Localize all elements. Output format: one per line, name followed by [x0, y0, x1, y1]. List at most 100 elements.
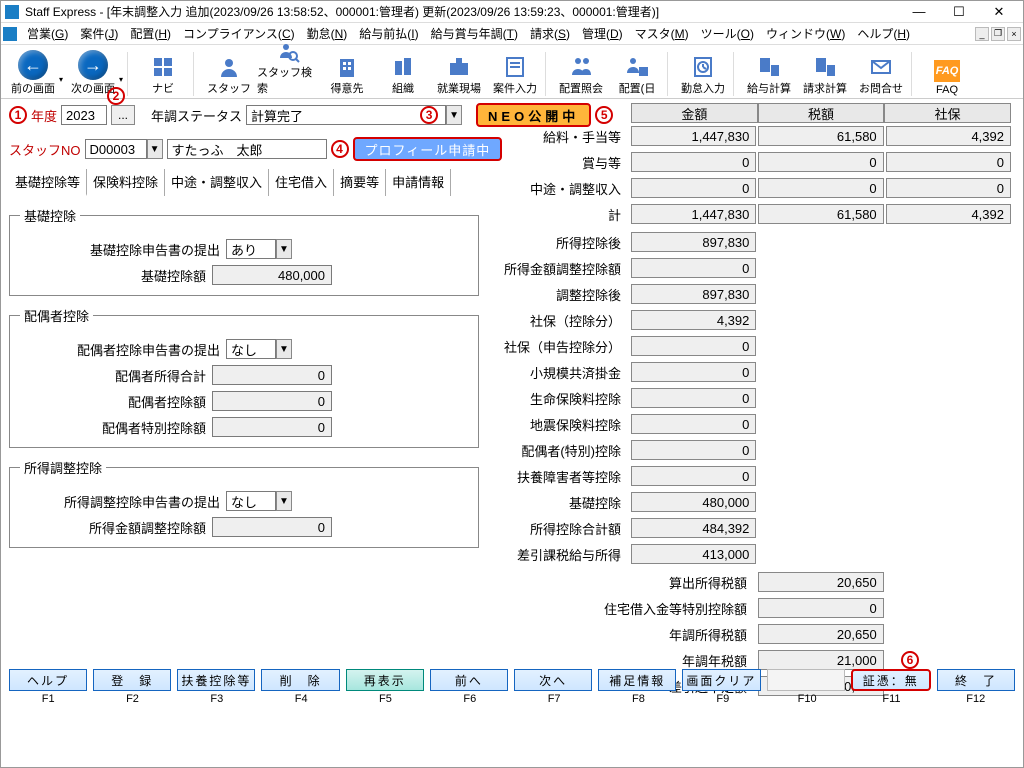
fn-F12[interactable]: 終 了: [937, 669, 1015, 691]
col-tax-header: 税額: [758, 103, 885, 123]
fn-F8[interactable]: 補足情報: [598, 669, 676, 691]
staff-name-input[interactable]: [167, 139, 327, 159]
menu-配置(H)[interactable]: 配置(H): [124, 25, 177, 43]
right-panel: 金額 税額 社保 給料・手当等1,447,83061,5804,392賞与等00…: [631, 103, 1011, 699]
worksite-button[interactable]: 就業現場: [431, 46, 487, 96]
adj-submit-dd[interactable]: ▼: [276, 491, 292, 511]
year-picker-button[interactable]: ...: [111, 105, 135, 125]
tab-3[interactable]: 住宅借入: [269, 169, 334, 196]
year-input[interactable]: [61, 105, 107, 125]
navi-button[interactable]: ナビ: [135, 46, 191, 96]
fn-F10: [767, 669, 845, 691]
spouse-ded: 0: [212, 391, 332, 411]
minimize-button[interactable]: —: [899, 1, 939, 23]
fn-F4[interactable]: 削 除: [261, 669, 339, 691]
status-label: 年調ステータス: [151, 106, 242, 125]
placement-query-button[interactable]: 配置照会: [553, 46, 609, 96]
tab-0[interactable]: 基礎控除等: [9, 169, 87, 196]
menu-給与前払(I)[interactable]: 給与前払(I): [353, 25, 424, 43]
marker-6: 6: [901, 651, 919, 669]
table-row: 生命保険料控除0: [631, 385, 1011, 411]
table-row: 社保（控除分）4,392: [631, 307, 1011, 333]
close-button[interactable]: ✕: [979, 1, 1019, 23]
org-button[interactable]: 組織: [375, 46, 431, 96]
adj-submit-combo[interactable]: [226, 491, 276, 511]
menu-給与賞与年調(T)[interactable]: 給与賞与年調(T): [425, 25, 524, 43]
marker-5: 5: [595, 106, 613, 124]
staff-button[interactable]: スタッフ: [201, 46, 257, 96]
client-button[interactable]: 得意先: [319, 46, 375, 96]
menu-勤怠(N)[interactable]: 勤怠(N): [301, 25, 354, 43]
menu-請求(S)[interactable]: 請求(S): [524, 25, 576, 43]
col-insurance-header: 社保: [884, 103, 1011, 123]
fn-F3[interactable]: 扶養控除等: [177, 669, 255, 691]
prev-screen-button[interactable]: ←前の画面: [5, 46, 61, 96]
menu-案件(J)[interactable]: 案件(J): [74, 25, 124, 43]
marker-1: 1: [9, 106, 27, 124]
tab-2[interactable]: 中途・調整収入: [165, 169, 269, 196]
menu-マスタ(M)[interactable]: マスタ(M): [629, 25, 695, 43]
placement-day-button[interactable]: 配置(日: [609, 46, 665, 96]
table-row: 扶養障害者等控除0: [631, 463, 1011, 489]
table-row: 給料・手当等1,447,83061,5804,392: [631, 123, 1011, 149]
spouse-spded: 0: [212, 417, 332, 437]
basic-submit-dd[interactable]: ▼: [276, 239, 292, 259]
fn-F5[interactable]: 再表示: [346, 669, 424, 691]
marker-2: 2: [107, 87, 125, 105]
menu-管理(D)[interactable]: 管理(D): [576, 25, 629, 43]
status-dropdown-button[interactable]: ▼: [446, 105, 462, 125]
table-row: 地震保険料控除0: [631, 411, 1011, 437]
toolbar: ←前の画面 ▾ →次の画面 ▾ ナビ スタッフ スタッフ検索 得意先 組織 就業…: [1, 45, 1023, 99]
spouse-deduction-group: 配偶者控除 配偶者控除申告書の提出▼ 配偶者所得合計0 配偶者控除額0 配偶者特…: [9, 306, 479, 448]
table-row: 小規模共済掛金0: [631, 359, 1011, 385]
spouse-income: 0: [212, 365, 332, 385]
marker-4: 4: [331, 140, 349, 158]
workarea: 1 年度 2 ... 年調ステータス 3 ▼ NEO公開中 5 スタッフNO ▼…: [1, 99, 1023, 717]
basic-submit-combo[interactable]: [226, 239, 276, 259]
mdi-restore[interactable]: ❐: [991, 27, 1005, 41]
adj-amount: 0: [212, 517, 332, 537]
fn-F1[interactable]: ヘルプ: [9, 669, 87, 691]
fn-F6[interactable]: 前へ: [430, 669, 508, 691]
table-row: 所得控除合計額484,392: [631, 515, 1011, 541]
titlebar: Staff Express - [年末調整入力 追加(2023/09/26 13…: [1, 1, 1023, 23]
menu-ウィンドウ(W)[interactable]: ウィンドウ(W): [760, 25, 851, 43]
attendance-input-button[interactable]: 勤怠入力: [675, 46, 731, 96]
staff-no-dropdown-button[interactable]: ▼: [147, 139, 163, 159]
window-title: Staff Express - [年末調整入力 追加(2023/09/26 13…: [25, 3, 899, 20]
maximize-button[interactable]: ☐: [939, 1, 979, 23]
table-row: 調整控除後897,830: [631, 281, 1011, 307]
staff-no-input[interactable]: [85, 139, 147, 159]
spouse-submit-combo[interactable]: [226, 339, 276, 359]
profile-request-button[interactable]: プロフィール申請中: [353, 137, 503, 161]
year-label: 年度: [31, 106, 57, 125]
fn-F2[interactable]: 登 録: [93, 669, 171, 691]
salary-calc-button[interactable]: 給与計算: [741, 46, 797, 96]
status-combo[interactable]: [246, 105, 446, 125]
menu-ヘルプ(H)[interactable]: ヘルプ(H): [851, 25, 916, 43]
col-amount-header: 金額: [631, 103, 758, 123]
tab-5[interactable]: 申請情報: [386, 169, 451, 196]
billing-calc-button[interactable]: 請求計算: [797, 46, 853, 96]
faq-button[interactable]: FAQFAQ: [919, 46, 975, 96]
project-input-button[interactable]: 案件入力: [487, 46, 543, 96]
table-row: 配偶者(特別)控除0: [631, 437, 1011, 463]
adjustment-deduction-group: 所得調整控除 所得調整控除申告書の提出▼ 所得金額調整控除額0: [9, 458, 479, 548]
menubar: 営業(G)案件(J)配置(H)コンプライアンス(C)勤怠(N)給与前払(I)給与…: [1, 23, 1023, 45]
staff-label: スタッフNO: [9, 140, 81, 159]
menu-ツール(O)[interactable]: ツール(O): [695, 25, 760, 43]
table-row: 計1,447,83061,5804,392: [631, 201, 1011, 227]
neo-publish-button[interactable]: NEO公開中: [476, 103, 591, 127]
fn-F11[interactable]: 証憑：無: [851, 669, 931, 691]
contact-button[interactable]: お問合せ: [853, 46, 909, 96]
tab-1[interactable]: 保険料控除: [87, 169, 165, 196]
mdi-close[interactable]: ×: [1007, 27, 1021, 41]
table-row: 差引課税給与所得413,000: [631, 541, 1011, 567]
mdi-minimize[interactable]: _: [975, 27, 989, 41]
spouse-submit-dd[interactable]: ▼: [276, 339, 292, 359]
menu-営業(G)[interactable]: 営業(G): [21, 25, 74, 43]
tab-4[interactable]: 摘要等: [334, 169, 386, 196]
fn-F9[interactable]: 画面クリア: [682, 669, 760, 691]
staff-search-button[interactable]: スタッフ検索: [257, 46, 319, 96]
fn-F7[interactable]: 次へ: [514, 669, 592, 691]
